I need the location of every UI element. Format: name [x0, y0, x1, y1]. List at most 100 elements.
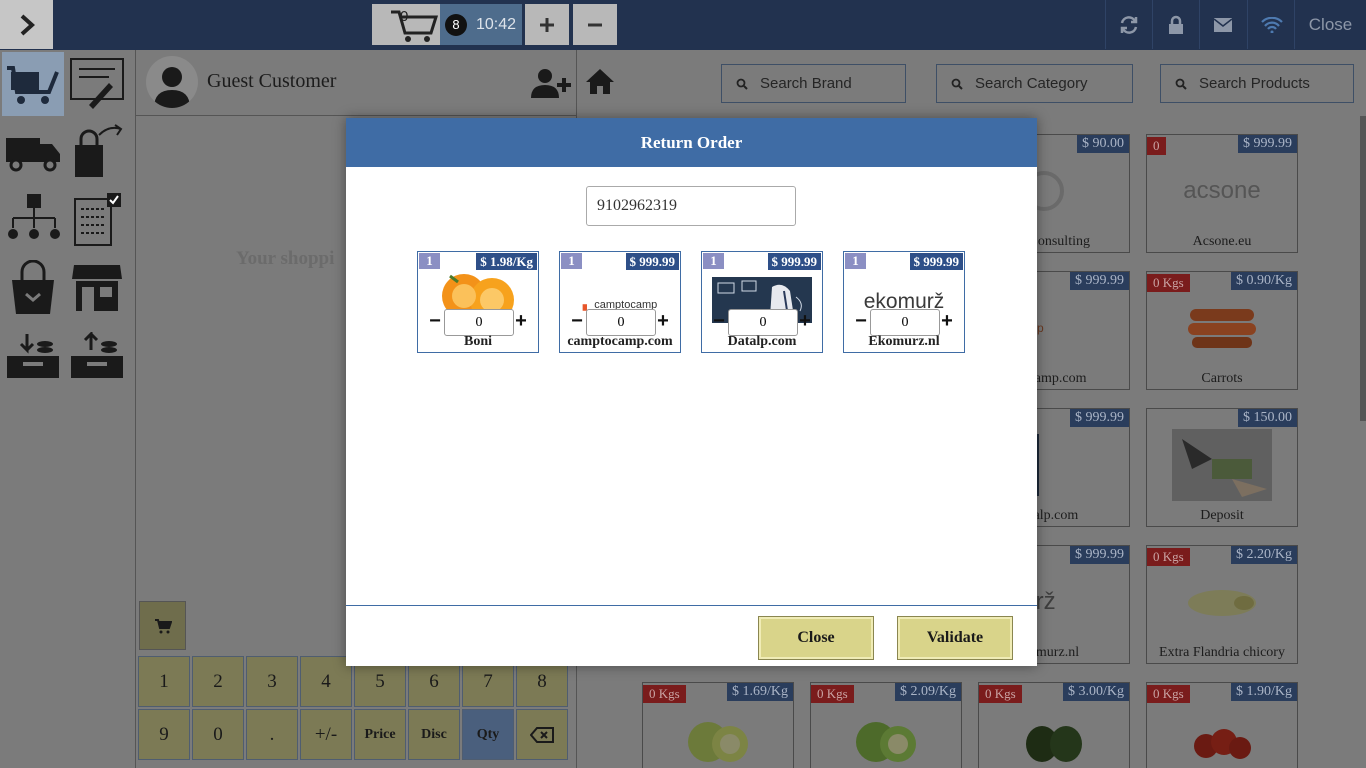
- customer-name[interactable]: Guest Customer: [207, 70, 336, 93]
- return-qty-input[interactable]: [728, 309, 798, 336]
- product-image: [1147, 568, 1297, 636]
- numpad-key-1[interactable]: 1: [138, 656, 190, 707]
- return-item-card[interactable]: 1 $ 999.99 ▖ camptocamp − + camptocamp.c…: [559, 251, 681, 353]
- customer-avatar[interactable]: [146, 56, 198, 108]
- cart-icon: [154, 618, 172, 633]
- product-tile[interactable]: 0 Kgs $ 3.00/Kg: [978, 682, 1130, 768]
- lock-button[interactable]: [1152, 0, 1198, 49]
- pos-screen-button[interactable]: [2, 52, 64, 116]
- order-time: 10:42: [476, 15, 517, 33]
- apple-image: [688, 722, 748, 762]
- product-stock: 0 Kgs: [979, 685, 1022, 703]
- pos-cart-icon: [7, 66, 59, 104]
- numpad-key-4[interactable]: 4: [300, 656, 352, 707]
- search-icon: [736, 78, 748, 90]
- decrease-qty-button[interactable]: −: [854, 310, 868, 333]
- validate-button[interactable]: Validate: [897, 616, 1013, 660]
- product-stock: 0 Kgs: [1147, 548, 1190, 566]
- numpad-key-decimal[interactable]: .: [246, 709, 298, 760]
- decrease-qty-button[interactable]: −: [570, 310, 584, 333]
- search-category-input[interactable]: Search Category: [936, 64, 1133, 103]
- backspace-icon: [530, 726, 554, 743]
- search-brand-input[interactable]: Search Brand: [721, 64, 906, 103]
- product-image: [643, 705, 793, 768]
- increase-qty-button[interactable]: +: [940, 310, 954, 333]
- return-item-card[interactable]: 1 $ 999.99 − + Datalp.com: [701, 251, 823, 353]
- close-session-button[interactable]: Close: [1294, 0, 1366, 49]
- refresh-button[interactable]: [1105, 0, 1151, 49]
- product-price: $ 90.00: [1077, 135, 1129, 153]
- cart-count: 0: [400, 8, 409, 25]
- product-tile[interactable]: 0 Kgs $ 0.90/Kg Carrots: [1146, 271, 1298, 390]
- product-image: acsone: [1147, 157, 1297, 225]
- acsone-logo: acsone: [1183, 177, 1261, 204]
- product-stock: 0: [1147, 137, 1166, 155]
- return-qty-input[interactable]: [586, 309, 656, 336]
- close-dialog-button[interactable]: Close: [758, 616, 874, 660]
- remove-order-button[interactable]: [573, 4, 617, 45]
- return-qty-input[interactable]: [870, 309, 940, 336]
- decrease-qty-button[interactable]: −: [712, 310, 726, 333]
- order-number-input[interactable]: [586, 186, 796, 226]
- peppers-image: [1026, 726, 1082, 762]
- messages-button[interactable]: [1199, 0, 1245, 49]
- delivery-button[interactable]: [2, 120, 64, 184]
- customer-row: Guest Customer: [136, 50, 577, 116]
- hierarchy-button[interactable]: [2, 188, 64, 252]
- cart-icon: [391, 10, 439, 42]
- product-tile[interactable]: 0 Kgs $ 2.09/Kg: [810, 682, 962, 768]
- cart-action-button[interactable]: [139, 601, 186, 650]
- product-name: Extra Flandria chicory: [1159, 645, 1285, 660]
- return-qty-input[interactable]: [444, 309, 514, 336]
- search-category-placeholder: Search Category: [975, 75, 1088, 92]
- numpad-key-price[interactable]: Price: [354, 709, 406, 760]
- product-tile[interactable]: $ 150.00 Deposit: [1146, 408, 1298, 527]
- cash-out-button[interactable]: [66, 324, 128, 388]
- decrease-qty-button[interactable]: −: [428, 310, 442, 333]
- product-tile[interactable]: 0 Kgs $ 2.20/Kg Extra Flandria chicory: [1146, 545, 1298, 664]
- product-image: [979, 705, 1129, 768]
- item-name: Ekomurz.nl: [868, 334, 940, 349]
- order-badge: 8: [445, 13, 467, 36]
- cash-in-button[interactable]: [2, 324, 64, 388]
- product-stock: 0 Kgs: [1147, 685, 1190, 703]
- envelope-icon: [1213, 17, 1232, 32]
- dialog-title: Return Order: [346, 118, 1037, 167]
- numpad-key-disc[interactable]: Disc: [408, 709, 460, 760]
- store-button[interactable]: [66, 256, 128, 320]
- numpad-key-backspace[interactable]: [516, 709, 568, 760]
- sign-order-button[interactable]: [66, 52, 128, 116]
- numpad-key-0[interactable]: 0: [192, 709, 244, 760]
- increase-qty-button[interactable]: +: [798, 310, 812, 333]
- product-tile[interactable]: 0 Kgs $ 1.69/Kg: [642, 682, 794, 768]
- product-name: Deposit: [1200, 508, 1244, 523]
- numpad-key-qty[interactable]: Qty: [462, 709, 514, 760]
- chicory-image: [1188, 590, 1256, 616]
- products-scrollbar[interactable]: [1360, 116, 1366, 421]
- increase-qty-button[interactable]: +: [514, 310, 528, 333]
- product-tile[interactable]: 0 Kgs $ 1.90/Kg: [1146, 682, 1298, 768]
- truck-icon: [6, 138, 60, 172]
- return-item-card[interactable]: 1 $ 999.99 ekomurž − + Ekomurz.nl: [843, 251, 965, 353]
- increase-qty-button[interactable]: +: [656, 310, 670, 333]
- add-order-button[interactable]: [525, 4, 569, 45]
- take-away-button[interactable]: [66, 120, 128, 184]
- search-products-placeholder: Search Products: [1199, 75, 1310, 92]
- bag-button[interactable]: [2, 256, 64, 320]
- product-price: $ 1.69/Kg: [727, 683, 793, 701]
- checklist-button[interactable]: [66, 188, 128, 252]
- order-tab[interactable]: 8 10:42: [440, 4, 522, 45]
- numpad-key-sign[interactable]: +/-: [300, 709, 352, 760]
- numpad-key-2[interactable]: 2: [192, 656, 244, 707]
- sidebar-toggle-button[interactable]: [0, 0, 53, 49]
- return-item-card[interactable]: 1 $ 1.98/Kg − + Boni: [417, 251, 539, 353]
- search-products-input[interactable]: Search Products: [1160, 64, 1354, 103]
- product-name: Acsone.eu: [1192, 234, 1252, 249]
- add-customer-button[interactable]: [531, 68, 571, 103]
- product-price: $ 2.20/Kg: [1231, 546, 1297, 564]
- chevron-right-icon: [20, 14, 35, 35]
- numpad-key-9[interactable]: 9: [138, 709, 190, 760]
- product-tile[interactable]: 0 $ 999.99 acsone Acsone.eu: [1146, 134, 1298, 253]
- home-button[interactable]: [585, 67, 615, 100]
- numpad-key-3[interactable]: 3: [246, 656, 298, 707]
